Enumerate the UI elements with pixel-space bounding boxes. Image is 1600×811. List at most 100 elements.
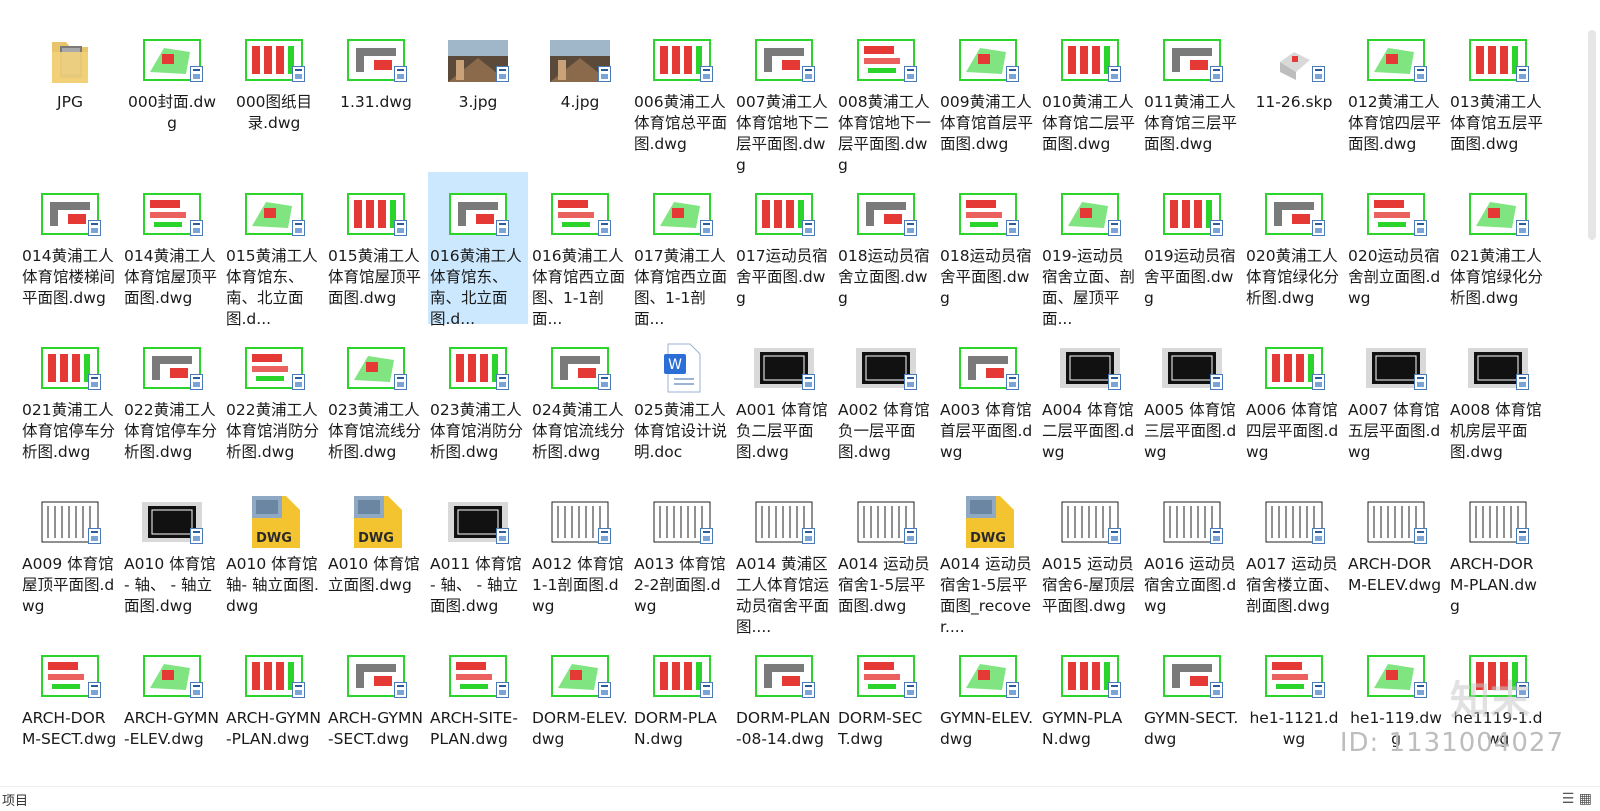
file-name-label: 011黄浦工人体育馆三层平面图.dwg (1144, 93, 1238, 153)
file-item[interactable]: 11-26.skp (1244, 18, 1344, 170)
file-item[interactable]: DORM-PLAN.dwg (632, 634, 732, 786)
file-type-badge-icon (1414, 220, 1427, 236)
file-item[interactable]: 009黄浦工人体育馆首层平面图.dwg (938, 18, 1038, 170)
file-item[interactable]: A002 体育馆负一层平面图.dwg (836, 326, 936, 478)
file-item[interactable]: 019-运动员宿舍立面、剖面、屋顶平面... (1040, 172, 1140, 328)
file-item[interactable]: DWG A010 体育馆 轴- 轴立面图.dwg (224, 480, 324, 632)
file-item[interactable]: A013 体育馆2-2剖面图.dwg (632, 480, 732, 632)
file-item[interactable]: DORM-ELEV.dwg (530, 634, 630, 786)
file-item[interactable]: 010黄浦工人体育馆二层平面图.dwg (1040, 18, 1140, 170)
file-item[interactable]: 019运动员宿舍平面图.dwg (1142, 172, 1242, 324)
file-item[interactable]: 022黄浦工人体育馆停车分析图.dwg (122, 326, 222, 478)
file-item[interactable]: 014黄浦工人体育馆楼梯间平面图.dwg (20, 172, 120, 324)
file-item[interactable]: 015黄浦工人体育馆屋顶平面图.dwg (326, 172, 426, 324)
file-item[interactable]: 000图纸目录.dwg (224, 18, 324, 170)
file-item[interactable]: GYMN-ELEV.dwg (938, 634, 1038, 786)
file-item[interactable]: ARCH-GYMN-ELEV.dwg (122, 634, 222, 786)
file-item[interactable]: A003 体育馆首层平面图.dwg (938, 326, 1038, 478)
file-item[interactable]: A007 体育馆五层平面图.dwg (1346, 326, 1446, 478)
file-item[interactable]: 014黄浦工人体育馆屋顶平面图.dwg (122, 172, 222, 324)
file-item[interactable]: ARCH-DORM-PLAN.dwg (1448, 480, 1548, 632)
file-item[interactable]: 018运动员宿舍平面图.dwg (938, 172, 1038, 324)
file-item[interactable]: A015 运动员宿舍6-屋顶层平面图.dwg (1040, 480, 1140, 632)
file-item[interactable]: GYMN-PLAN.dwg (1040, 634, 1140, 786)
file-item[interactable]: 020黄浦工人体育馆绿化分析图.dwg (1244, 172, 1344, 324)
file-item[interactable]: ARCH-GYMN-PLAN.dwg (224, 634, 324, 786)
file-item[interactable]: A009 体育馆屋顶平面图.dwg (20, 480, 120, 632)
file-name-label: 014黄浦工人体育馆楼梯间平面图.dwg (22, 247, 116, 307)
file-type-badge-icon (190, 528, 203, 544)
file-item[interactable]: A010 体育馆 - 轴、 - 轴立面图.dwg (122, 480, 222, 632)
watermark-id: ID: 1131004027 (1339, 728, 1564, 758)
file-item[interactable]: 023黄浦工人体育馆消防分析图.dwg (428, 326, 528, 478)
file-item[interactable]: A004 体育馆二层平面图.dwg (1040, 326, 1140, 478)
file-type-badge-icon (1516, 220, 1529, 236)
file-item[interactable]: 017运动员宿舍平面图.dwg (734, 172, 834, 324)
file-item[interactable]: 008黄浦工人体育馆地下一层平面图.dwg (836, 18, 936, 174)
file-item[interactable]: 4.jpg (530, 18, 630, 170)
file-item[interactable]: 021黄浦工人体育馆绿化分析图.dwg (1448, 172, 1548, 324)
file-item[interactable]: 3.jpg (428, 18, 528, 170)
file-item[interactable]: 023黄浦工人体育馆流线分析图.dwg (326, 326, 426, 478)
file-type-badge-icon (190, 66, 203, 82)
view-mode-icons[interactable]: ☰ ▦ (1562, 791, 1592, 807)
file-item[interactable]: 016黄浦工人体育馆西立面图、1-1剖面... (530, 172, 630, 328)
file-item[interactable]: 011黄浦工人体育馆三层平面图.dwg (1142, 18, 1242, 170)
file-item[interactable]: A001 体育馆负二层平面图.dwg (734, 326, 834, 478)
file-item[interactable]: JPG (20, 18, 120, 170)
file-item[interactable]: A014 黄浦区工人体育馆运动员宿舍平面图.... (734, 480, 834, 636)
file-name-label: A011 体育馆 - 轴、 - 轴立面图.dwg (430, 555, 522, 615)
file-name-label: A010 体育馆立面图.dwg (328, 555, 420, 594)
file-type-badge-icon (1210, 682, 1223, 698)
file-item[interactable]: 024黄浦工人体育馆流线分析图.dwg (530, 326, 630, 478)
file-item[interactable]: DWG A010 体育馆立面图.dwg (326, 480, 426, 632)
file-item[interactable]: 017黄浦工人体育馆西立面图、1-1剖面... (632, 172, 732, 328)
file-name-label: 020运动员宿舍剖立面图.dwg (1348, 247, 1441, 307)
file-type-badge-icon (394, 374, 407, 390)
file-item[interactable]: 012黄浦工人体育馆四层平面图.dwg (1346, 18, 1446, 170)
file-name-label: JPG (57, 93, 83, 111)
file-item[interactable]: ARCH-GYMN-SECT.dwg (326, 634, 426, 786)
file-name-label: DORM-ELEV.dwg (532, 709, 628, 748)
file-name-label: 008黄浦工人体育馆地下一层平面图.dwg (838, 93, 932, 174)
file-item[interactable]: 007黄浦工人体育馆地下二层平面图.dwg (734, 18, 834, 174)
file-name-label: A016 运动员宿舍立面图.dwg (1144, 555, 1237, 615)
file-item[interactable]: 021黄浦工人体育馆停车分析图.dwg (20, 326, 120, 478)
file-item[interactable]: DWG A014 运动员宿舍1-5层平面图_recover.... (938, 480, 1038, 636)
file-item[interactable]: DORM-SECT.dwg (836, 634, 936, 786)
file-item[interactable]: 1.31.dwg (326, 18, 426, 170)
file-item[interactable]: A012 体育馆1-1剖面图.dwg (530, 480, 630, 632)
file-item[interactable]: 016黄浦工人体育馆东、南、北立面图.d... (428, 172, 528, 328)
file-type-badge-icon (904, 220, 917, 236)
file-item[interactable]: 013黄浦工人体育馆五层平面图.dwg (1448, 18, 1548, 170)
vertical-scrollbar[interactable] (1572, 0, 1600, 786)
file-item[interactable]: A016 运动员宿舍立面图.dwg (1142, 480, 1242, 632)
file-item[interactable]: 022黄浦工人体育馆消防分析图.dwg (224, 326, 324, 478)
scrollbar-thumb[interactable] (1588, 30, 1596, 240)
file-item[interactable]: W 025黄浦工人体育馆设计说明.doc (632, 326, 732, 478)
file-item[interactable]: DORM-PLAN-08-14.dwg (734, 634, 834, 786)
file-item[interactable]: 015黄浦工人体育馆东、南、北立面图.d... (224, 172, 324, 328)
file-item[interactable]: A008 体育馆机房层平面图.dwg (1448, 326, 1548, 478)
file-type-badge-icon (1414, 682, 1427, 698)
file-name-label: DORM-PLAN-08-14.dwg (736, 709, 831, 748)
file-item[interactable]: he1-119.dwg (1346, 634, 1446, 786)
file-item[interactable]: GYMN-SECT.dwg (1142, 634, 1242, 786)
file-item[interactable]: 000封面.dwg (122, 18, 222, 170)
file-name-label: A008 体育馆机房层平面图.dwg (1450, 401, 1542, 461)
file-item[interactable]: A005 体育馆三层平面图.dwg (1142, 326, 1242, 478)
file-item[interactable]: ARCH-DORM-ELEV.dwg (1346, 480, 1446, 632)
file-type-badge-icon (496, 66, 509, 82)
file-item[interactable]: A006 体育馆四层平面图.dwg (1244, 326, 1344, 478)
file-item[interactable]: 006黄浦工人体育馆总平面图.dwg (632, 18, 732, 170)
file-item[interactable]: 020运动员宿舍剖立面图.dwg (1346, 172, 1446, 324)
file-item[interactable]: 018运动员宿舍立面图.dwg (836, 172, 936, 324)
file-item[interactable]: A011 体育馆 - 轴、 - 轴立面图.dwg (428, 480, 528, 632)
file-type-badge-icon (394, 66, 407, 82)
file-item[interactable]: A014 运动员宿舍1-5层平面图.dwg (836, 480, 936, 632)
file-type-badge-icon (1312, 682, 1325, 698)
file-item[interactable]: he1-1121.dwg (1244, 634, 1344, 786)
file-item[interactable]: ARCH-SITE-PLAN.dwg (428, 634, 528, 786)
file-item[interactable]: A017 运动员宿舍楼立面、剖面图.dwg (1244, 480, 1344, 632)
file-item[interactable]: ARCH-DORM-SECT.dwg (20, 634, 120, 786)
